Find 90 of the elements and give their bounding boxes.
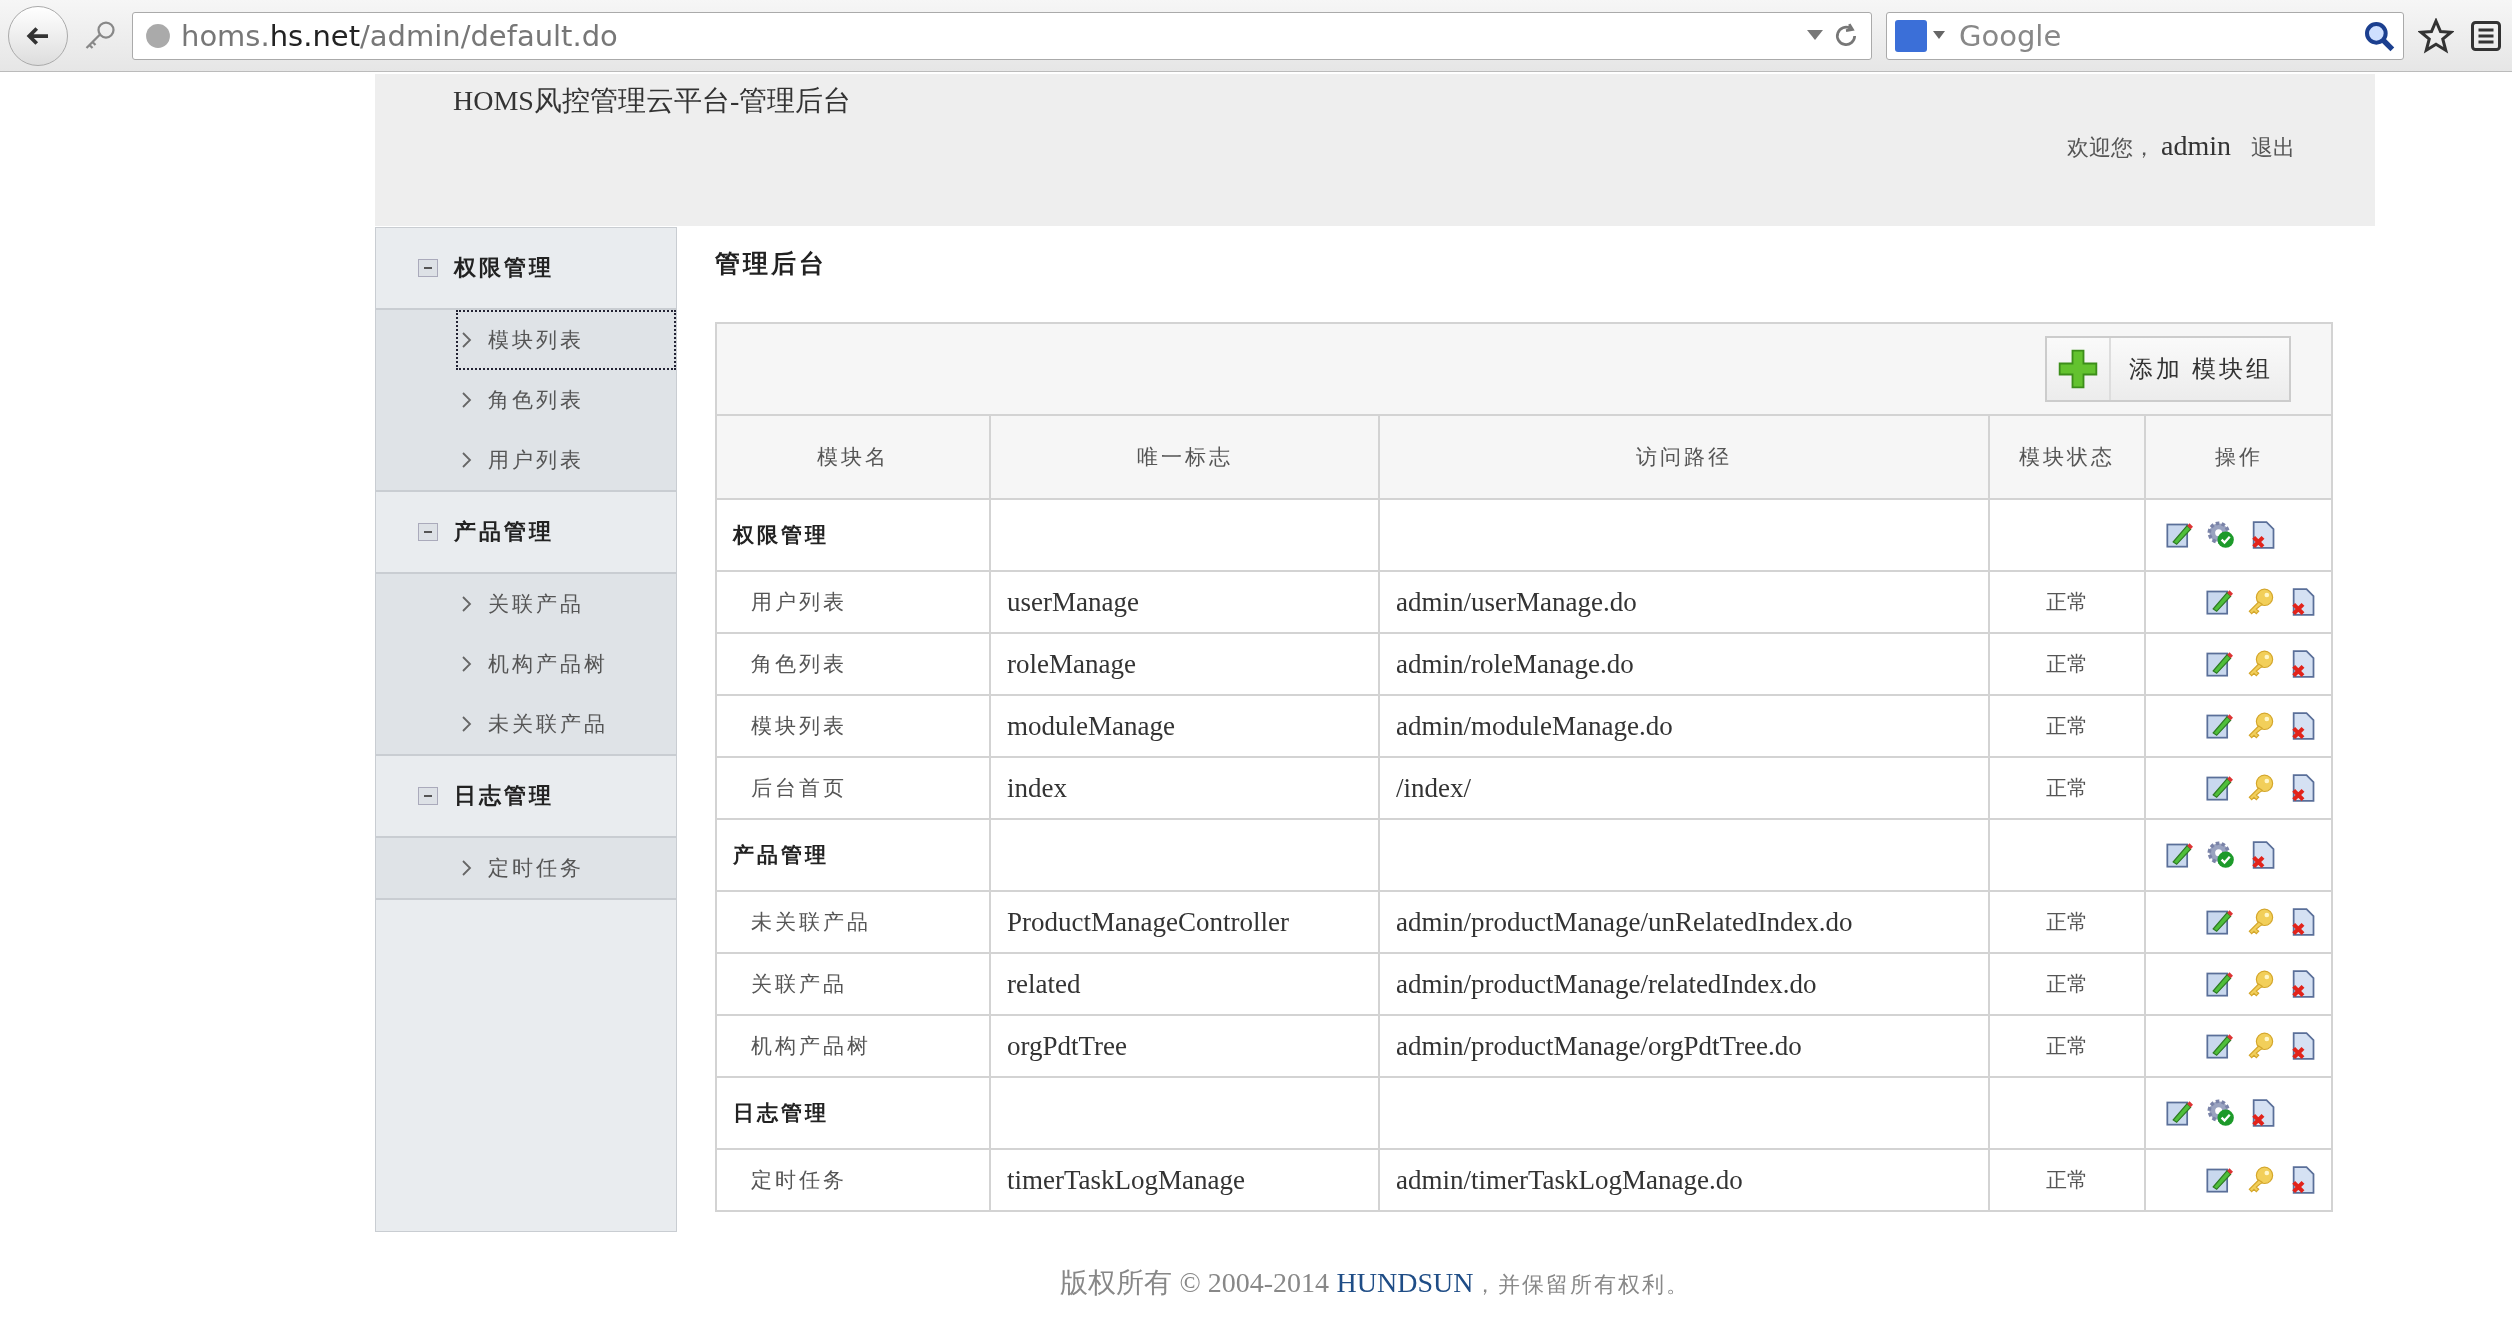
edit-icon[interactable] [2204,1166,2233,1194]
module-status-cell: 正常 [1989,1149,2145,1211]
sidebar-item[interactable]: 未关联产品 [456,694,676,754]
gear-check-icon[interactable] [2207,521,2235,549]
username: admin [2161,130,2231,162]
module-name-cell: 用户列表 [716,571,990,633]
module-name-cell: 后台首页 [716,757,990,819]
plus-icon [2056,347,2100,391]
search-engine-icon[interactable] [1895,18,1947,53]
module-path-cell: /index/ [1379,757,1989,819]
page-title: 管理后台 [715,249,828,279]
edit-icon[interactable] [2204,650,2233,678]
edit-icon[interactable] [2165,521,2193,549]
edit-icon[interactable] [2204,908,2233,936]
module-status-cell: 正常 [1989,1015,2145,1077]
module-id-cell: userManage [990,571,1379,633]
module-path-cell: admin/roleManage.do [1379,633,1989,695]
sidebar-item[interactable]: 用户列表 [456,430,676,490]
sidebar-item[interactable]: 模块列表 [456,310,676,370]
module-id-cell: ProductManageController [990,891,1379,953]
add-module-group-button[interactable]: 添加 模块组 [2045,336,2291,402]
search-input[interactable]: Google [1957,17,2353,54]
welcome-text: 欢迎您， [2067,134,2155,162]
delete-icon[interactable] [2249,841,2277,869]
edit-icon[interactable] [2204,588,2233,616]
group-name-cell: 权限管理 [716,499,990,571]
chevron-icon [462,596,472,612]
copyright-text: 版权所有 © 2004-2014 HUNDSUN，并保留所有权利。 [1059,1266,1691,1300]
sidebar-item[interactable]: 角色列表 [456,370,676,430]
edit-icon[interactable] [2204,970,2233,998]
module-name-cell: 模块列表 [716,695,990,757]
column-header: 操作 [2145,415,2332,499]
edit-icon[interactable] [2165,1099,2193,1127]
module-name-cell: 角色列表 [716,633,990,695]
module-path-cell: admin/timerTaskLogManage.do [1379,1149,1989,1211]
edit-icon[interactable] [2204,712,2233,740]
chevron-icon [462,332,472,348]
edit-icon[interactable] [2204,774,2233,802]
site-title: HOMS风控管理云平台-管理后台 [453,84,852,118]
module-id-cell: orgPdtTree [990,1015,1379,1077]
search-field[interactable]: Google [1886,11,2404,60]
column-header: 唯一标志 [990,415,1379,499]
module-status-cell: 正常 [1989,571,2145,633]
chevron-icon [462,452,472,468]
module-path-cell: admin/moduleManage.do [1379,695,1989,757]
gear-check-icon[interactable] [2207,1099,2235,1127]
logout-link[interactable]: 退出 [2251,133,2295,163]
module-name-cell: 机构产品树 [716,1015,990,1077]
edit-icon[interactable] [2165,841,2193,869]
sidebar-item[interactable]: 关联产品 [456,574,676,634]
module-name-cell: 定时任务 [716,1149,990,1211]
module-status-cell: 正常 [1989,891,2145,953]
module-path-cell: admin/productManage/relatedIndex.do [1379,953,1989,1015]
column-header: 访问路径 [1379,415,1989,499]
edit-icon[interactable] [2204,1032,2233,1060]
module-name-cell: 未关联产品 [716,891,990,953]
reload-icon[interactable] [1833,22,1859,49]
company-link[interactable]: HUNDSUN [1336,1267,1474,1298]
module-id-cell: roleManage [990,633,1379,695]
address-bar[interactable]: homs.hs.net/admin/default.do [132,11,1872,60]
dropdown-icon[interactable] [1807,29,1823,42]
collapse-icon[interactable] [418,259,438,277]
group-name-cell: 产品管理 [716,819,990,891]
sidebar-item[interactable]: 机构产品树 [456,634,676,694]
collapse-icon[interactable] [418,787,438,805]
chevron-icon [462,392,472,408]
group-name-cell: 日志管理 [716,1077,990,1149]
column-header: 模块名 [716,415,990,499]
star-icon[interactable] [2418,17,2454,54]
module-name-cell: 关联产品 [716,953,990,1015]
module-path-cell: admin/userManage.do [1379,571,1989,633]
module-status-cell: 正常 [1989,695,2145,757]
module-id-cell: moduleManage [990,695,1379,757]
gear-check-icon[interactable] [2207,841,2235,869]
module-status-cell: 正常 [1989,757,2145,819]
search-icon[interactable] [2363,19,2395,52]
module-path-cell: admin/productManage/unRelatedIndex.do [1379,891,1989,953]
chevron-icon [462,716,472,732]
collapse-icon[interactable] [418,523,438,541]
module-id-cell: index [990,757,1379,819]
module-id-cell: timerTaskLogManage [990,1149,1379,1211]
chevron-icon [462,656,472,672]
chevron-icon [462,860,472,876]
module-status-cell: 正常 [1989,953,2145,1015]
column-header: 模块状态 [1989,415,2145,499]
delete-icon[interactable] [2249,1099,2277,1127]
module-path-cell: admin/productManage/orgPdtTree.do [1379,1015,1989,1077]
delete-icon[interactable] [2249,521,2277,549]
module-id-cell: related [990,953,1379,1015]
module-status-cell: 正常 [1989,633,2145,695]
